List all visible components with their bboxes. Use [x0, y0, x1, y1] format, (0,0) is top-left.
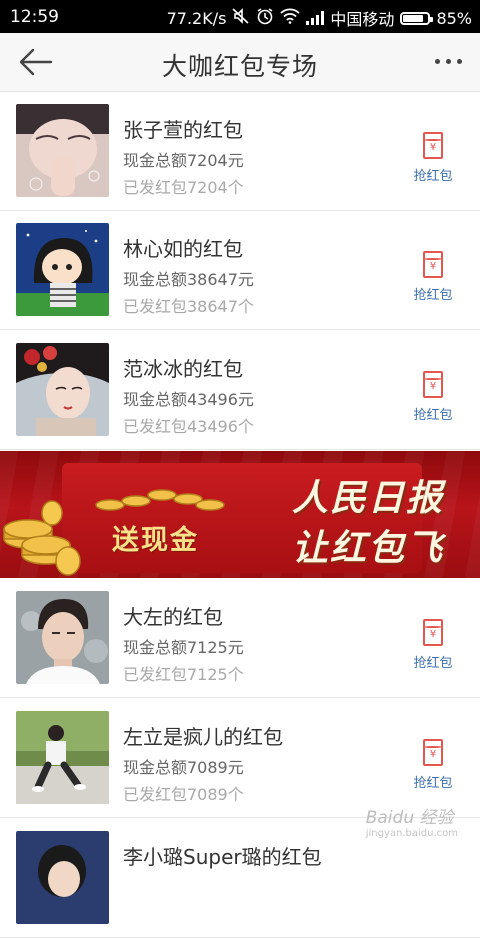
- status-bar: 12:59 77.2K/s 中国移动 85%: [0, 0, 480, 33]
- nav-bar: 大咖红包专场: [0, 33, 480, 92]
- item-name: 张子萱的红包: [123, 118, 243, 142]
- item-name: 范冰冰的红包: [123, 357, 243, 381]
- grab-label: 抢红包: [413, 408, 453, 423]
- red-envelope-icon: ¥: [423, 619, 443, 646]
- page-title: 大咖红包专场: [161, 52, 318, 81]
- list-item[interactable]: 林心如的红包 现金总额38647元 已发红包38647个 ¥ 抢红包: [0, 211, 480, 330]
- grab-red-packet-button[interactable]: ¥ 抢红包: [410, 739, 456, 795]
- red-envelope-icon: ¥: [423, 251, 443, 278]
- list-item[interactable]: 范冰冰的红包 现金总额43496元 已发红包43496个 ¥ 抢红包: [0, 331, 480, 450]
- item-total: 现金总额43496元: [123, 390, 254, 409]
- alarm-icon: [256, 7, 274, 29]
- carrier-name: 中国移动: [330, 10, 395, 29]
- avatar: [16, 591, 109, 684]
- grab-red-packet-button[interactable]: ¥ 抢红包: [410, 251, 456, 307]
- item-sent: 已发红包38647个: [123, 297, 254, 316]
- watermark-sub: jingyan.baidu.com: [365, 828, 458, 839]
- item-sent: 已发红包7204个: [123, 178, 244, 197]
- grab-label: 抢红包: [413, 776, 453, 791]
- list-item[interactable]: 大左的红包 现金总额7125元 已发红包7125个 ¥ 抢红包: [0, 579, 480, 698]
- item-total: 现金总额7089元: [123, 758, 244, 777]
- grab-red-packet-button[interactable]: ¥ 抢红包: [410, 371, 456, 427]
- banner-text-left: 送现金: [112, 525, 199, 556]
- item-total: 现金总额38647元: [123, 270, 254, 289]
- more-options-button[interactable]: [435, 59, 462, 64]
- item-sent: 已发红包7125个: [123, 665, 244, 684]
- baidu-watermark: Baidu 经验 jingyan.baidu.com: [366, 803, 458, 839]
- grab-red-packet-button[interactable]: ¥ 抢红包: [410, 132, 456, 188]
- avatar: [16, 831, 109, 924]
- banner-text-line2: 让红包飞: [292, 528, 445, 569]
- wifi-icon: [280, 8, 301, 28]
- watermark-text: Baidu 经验: [365, 808, 454, 828]
- avatar: [16, 343, 109, 436]
- dot-icon: [457, 59, 462, 64]
- avatar: [16, 104, 109, 197]
- grab-label: 抢红包: [413, 169, 453, 184]
- battery-fill: [403, 14, 424, 22]
- item-sent: 已发红包43496个: [123, 417, 254, 436]
- item-name: 林心如的红包: [123, 237, 243, 261]
- item-name: 李小璐Super璐的红包: [123, 845, 322, 869]
- item-sent: 已发红包7089个: [123, 785, 244, 804]
- item-total: 现金总额7125元: [123, 638, 244, 657]
- list-item[interactable]: 张子萱的红包 现金总额7204元 已发红包7204个 ¥ 抢红包: [0, 92, 480, 211]
- grab-label: 抢红包: [413, 656, 453, 671]
- battery-icon: [400, 11, 434, 25]
- dot-icon: [435, 59, 440, 64]
- grab-label: 抢红包: [413, 288, 453, 303]
- item-name: 左立是疯儿的红包: [123, 725, 283, 749]
- avatar: [16, 711, 109, 804]
- signal-icon: [306, 11, 325, 25]
- banner-text-line1: 人民日报: [292, 478, 445, 519]
- network-speed: 77.2K/s: [166, 8, 227, 28]
- mute-icon: [232, 8, 250, 28]
- red-envelope-icon: ¥: [423, 739, 443, 766]
- dot-icon: [446, 59, 451, 64]
- status-right: 77.2K/s 中国移动 85%: [167, 6, 472, 30]
- grab-red-packet-button[interactable]: ¥ 抢红包: [410, 619, 456, 675]
- red-envelope-icon: ¥: [423, 132, 443, 159]
- item-total: 现金总额7204元: [123, 151, 244, 170]
- red-envelope-icon: ¥: [423, 371, 443, 398]
- list-item[interactable]: 左立是疯儿的红包 现金总额7089元 已发红包7089个 ¥ 抢红包: [0, 699, 480, 818]
- battery-percent: 85%: [436, 8, 472, 28]
- item-name: 大左的红包: [123, 605, 223, 629]
- avatar: [16, 223, 109, 316]
- status-time: 12:59: [10, 7, 59, 27]
